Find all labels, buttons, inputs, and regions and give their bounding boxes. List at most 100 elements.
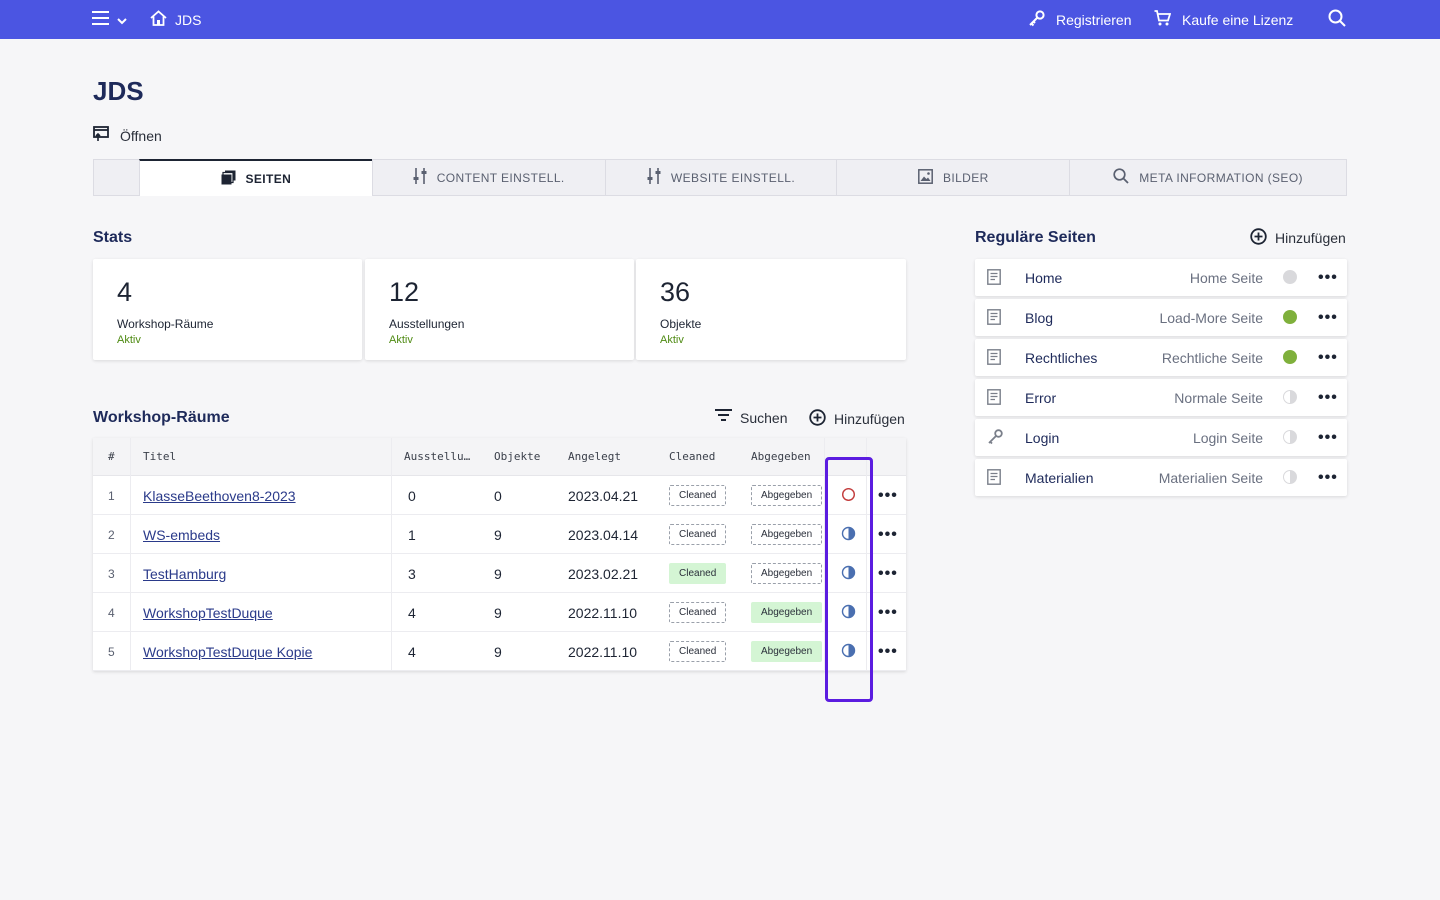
page-status-indicator[interactable]: [1283, 310, 1297, 324]
more-icon[interactable]: •••: [878, 565, 898, 583]
cleaned-badge[interactable]: Cleaned: [669, 485, 727, 506]
stat-label: Objekte: [660, 317, 702, 331]
page-name[interactable]: Error: [1025, 379, 1056, 416]
stat-value: 4: [117, 277, 133, 307]
table-row[interactable]: 3 TestHamburg 3 9 2023.02.21 Cleaned Abg…: [93, 554, 906, 593]
cleaned-badge[interactable]: Cleaned: [669, 641, 727, 662]
row-more[interactable]: •••: [878, 515, 898, 554]
page-list-item[interactable]: Materialien Materialien Seite •••: [975, 459, 1347, 496]
row-title[interactable]: WS-embeds: [143, 515, 220, 554]
row-cleaned[interactable]: Cleaned: [669, 476, 727, 515]
open-button[interactable]: Öffnen: [93, 126, 162, 145]
abgegeben-badge[interactable]: Abgegeben: [751, 485, 823, 506]
abgegeben-badge[interactable]: Abgegeben: [751, 524, 823, 545]
page-name[interactable]: Rechtliches: [1025, 339, 1097, 376]
row-title-link[interactable]: KlasseBeethoven8-2023: [143, 488, 296, 504]
page-list-item[interactable]: Blog Load-More Seite •••: [975, 299, 1347, 336]
row-cleaned[interactable]: Cleaned: [669, 515, 727, 554]
page-status-indicator[interactable]: [1283, 390, 1297, 404]
page-list-item[interactable]: Error Normale Seite •••: [975, 379, 1347, 416]
page-name[interactable]: Login: [1025, 419, 1059, 456]
page-type: Login Seite: [1192, 429, 1263, 446]
row-title[interactable]: WorkshopTestDuque Kopie: [143, 632, 312, 671]
more-icon[interactable]: •••: [878, 604, 898, 622]
row-cleaned[interactable]: Cleaned: [669, 632, 727, 671]
abgegeben-badge[interactable]: Abgegeben: [751, 563, 823, 584]
table-row[interactable]: 2 WS-embeds 1 9 2023.04.14 Cleaned Abgeg…: [93, 515, 906, 554]
page-status-indicator[interactable]: [1283, 350, 1297, 364]
tab-content-settings[interactable]: CONTENT EINSTELL.: [371, 160, 605, 195]
tab-label: WEBSITE EINSTELL.: [670, 170, 796, 185]
tab-seiten[interactable]: SEITEN: [138, 159, 372, 196]
page-list-item[interactable]: Home Home Seite •••: [975, 259, 1347, 296]
row-cleaned[interactable]: Cleaned: [669, 554, 727, 593]
row-more[interactable]: •••: [878, 632, 898, 671]
page-list-item[interactable]: Login Login Seite •••: [975, 419, 1347, 456]
row-cleaned[interactable]: Cleaned: [669, 593, 727, 632]
cleaned-badge[interactable]: Cleaned: [669, 563, 727, 584]
cleaned-badge[interactable]: Cleaned: [669, 602, 727, 623]
page-more-button[interactable]: •••: [1318, 419, 1338, 456]
row-title[interactable]: TestHamburg: [143, 554, 226, 593]
row-angelegt: 2023.04.21: [568, 487, 639, 504]
top-search-button[interactable]: [1328, 0, 1346, 39]
row-title-link[interactable]: WorkshopTestDuque: [143, 605, 273, 621]
column-header-title[interactable]: Titel: [143, 450, 176, 463]
row-abgegeben[interactable]: Abgegeben: [751, 515, 823, 554]
tab-website-settings[interactable]: WEBSITE EINSTELL.: [604, 160, 837, 195]
row-more[interactable]: •••: [878, 476, 898, 515]
page-more-button[interactable]: •••: [1318, 459, 1338, 496]
column-header-index[interactable]: #: [108, 450, 115, 463]
menu-button[interactable]: [92, 0, 127, 39]
more-icon[interactable]: •••: [878, 487, 898, 505]
column-header-cleaned[interactable]: Cleaned: [669, 450, 715, 463]
regular-pages-add-button[interactable]: Hinzufügen: [1250, 228, 1346, 248]
row-ausstellungen: 0: [408, 487, 416, 504]
page-status-indicator[interactable]: [1283, 270, 1297, 284]
image-icon: [917, 168, 933, 187]
page-more-button[interactable]: •••: [1318, 339, 1338, 376]
page-status-indicator[interactable]: [1283, 470, 1297, 484]
tab-seo[interactable]: META INFORMATION (SEO): [1069, 160, 1346, 195]
workshops-search-button[interactable]: Suchen: [715, 409, 787, 426]
page-status-indicator[interactable]: [1283, 430, 1297, 444]
row-more[interactable]: •••: [878, 554, 898, 593]
stat-status: Aktiv: [117, 334, 141, 346]
row-more[interactable]: •••: [878, 593, 898, 632]
row-title-link[interactable]: WS-embeds: [143, 527, 220, 543]
home-link[interactable]: JDS: [150, 0, 201, 39]
row-title[interactable]: KlasseBeethoven8-2023: [143, 476, 296, 515]
page-name[interactable]: Blog: [1025, 299, 1053, 336]
column-header-angelegt[interactable]: Angelegt: [568, 450, 621, 463]
page-name[interactable]: Home: [1025, 259, 1062, 296]
buy-license-button[interactable]: Kaufe eine Lizenz: [1154, 0, 1293, 39]
cleaned-badge[interactable]: Cleaned: [669, 524, 727, 545]
page-more-button[interactable]: •••: [1318, 299, 1338, 336]
row-abgegeben[interactable]: Abgegeben: [751, 593, 823, 632]
workshops-add-button[interactable]: Hinzufügen: [809, 409, 905, 429]
register-button[interactable]: Registrieren: [1028, 0, 1131, 39]
page-name[interactable]: Materialien: [1025, 459, 1093, 496]
table-row[interactable]: 5 WorkshopTestDuque Kopie 4 9 2022.11.10…: [93, 632, 906, 671]
abgegeben-badge[interactable]: Abgegeben: [751, 641, 823, 662]
page-more-button[interactable]: •••: [1318, 379, 1338, 416]
tab-bar: SEITEN CONTENT EINSTELL. WEBSITE EINSTEL…: [93, 159, 1347, 196]
more-icon[interactable]: •••: [878, 526, 898, 544]
more-icon[interactable]: •••: [878, 643, 898, 661]
row-abgegeben[interactable]: Abgegeben: [751, 632, 823, 671]
row-title[interactable]: WorkshopTestDuque: [143, 593, 273, 632]
row-abgegeben[interactable]: Abgegeben: [751, 476, 823, 515]
column-header-objekte[interactable]: Objekte: [494, 450, 540, 463]
table-row[interactable]: 1 KlasseBeethoven8-2023 0 0 2023.04.21 C…: [93, 476, 906, 515]
table-row[interactable]: 4 WorkshopTestDuque 4 9 2022.11.10 Clean…: [93, 593, 906, 632]
row-title-link[interactable]: WorkshopTestDuque Kopie: [143, 644, 312, 660]
abgegeben-badge[interactable]: Abgegeben: [751, 602, 823, 623]
column-header-ausstellungen[interactable]: Ausstellu…: [404, 450, 470, 463]
column-header-abgegeben[interactable]: Abgegeben: [751, 450, 811, 463]
top-bar: JDS Registrieren Kaufe eine Lizenz: [0, 0, 1440, 39]
page-more-button[interactable]: •••: [1318, 259, 1338, 296]
page-list-item[interactable]: Rechtliches Rechtliche Seite •••: [975, 339, 1347, 376]
tab-bilder[interactable]: BILDER: [836, 160, 1069, 195]
row-abgegeben[interactable]: Abgegeben: [751, 554, 823, 593]
row-title-link[interactable]: TestHamburg: [143, 566, 226, 582]
